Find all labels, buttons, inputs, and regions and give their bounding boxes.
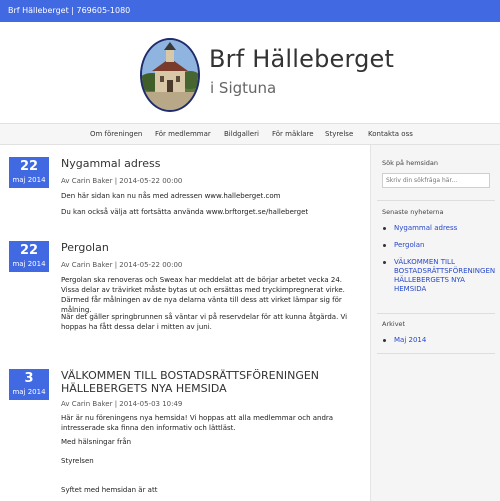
site-title[interactable]: Brf Hälleberget (209, 45, 394, 73)
post-paragraph: Den här sidan kan nu nås med adressen ww… (61, 192, 281, 200)
post-paragraph: Pergolan ska renoveras och Sweax har med… (61, 276, 345, 314)
association-info: Brf Hälleberget | 769605-1080 (8, 6, 131, 15)
news-link[interactable]: Nygammal adress (394, 224, 457, 232)
church-logo-icon[interactable] (140, 38, 200, 112)
list-item[interactable]: Maj 2014 (382, 336, 494, 345)
site-subtitle: i Sigtuna (210, 79, 277, 97)
post-paragraph: Styrelsen (61, 457, 94, 465)
date-month: maj 2014 (12, 388, 46, 396)
search-widget-title: Sök på hemsidan (382, 159, 438, 167)
date-badge: 22 maj 2014 (9, 157, 49, 188)
list-item[interactable]: Nygammal adress (382, 224, 494, 233)
post-meta: Av Carin Baker | 2014-05-22 00:00 (61, 261, 183, 269)
nav-item-om-foreningen[interactable]: Om föreningen (90, 124, 142, 144)
nav-item-for-medlemmar[interactable]: För medlemmar (155, 124, 211, 144)
date-day: 22 (19, 159, 39, 174)
date-badge: 3 maj 2014 (9, 369, 49, 400)
post-paragraph: Syftet med hemsidan är att (61, 486, 158, 494)
post-title[interactable]: VÄLKOMMEN TILL BOSTADSRÄTTSFÖRENINGEN HÄ… (61, 369, 361, 395)
list-item[interactable]: Pergolan (382, 241, 494, 250)
divider (377, 313, 495, 314)
news-list: Nygammal adress Pergolan VÄLKOMMEN TILL … (382, 224, 495, 302)
date-day: 3 (24, 371, 34, 386)
date-month: maj 2014 (12, 176, 46, 184)
post-paragraph: Du kan också välja att fortsätta använda… (61, 208, 309, 216)
nav-item-styrelse[interactable]: Styrelse (325, 124, 353, 144)
sidebar: Sök på hemsidan Senaste nyheterna Nygamm… (370, 145, 500, 501)
archive-list: Maj 2014 (382, 336, 494, 353)
list-item[interactable]: VÄLKOMMEN TILL BOSTADSRÄTTSFÖRENINGEN HÄ… (382, 258, 495, 294)
search-input[interactable] (382, 173, 490, 188)
archive-link[interactable]: Maj 2014 (394, 336, 426, 344)
post-paragraph: Här är nu föreningens nya hemsida! Vi ho… (61, 414, 334, 432)
archive-widget-title: Arkivet (382, 320, 406, 328)
post-paragraph: När det gäller springbrunnen så väntar v… (61, 313, 348, 331)
top-bar: Brf Hälleberget | 769605-1080 (0, 0, 500, 22)
date-month: maj 2014 (12, 260, 46, 268)
nav-item-for-maklare[interactable]: För mäklare (272, 124, 314, 144)
news-link[interactable]: Pergolan (394, 241, 424, 249)
nav-item-bildgalleri[interactable]: Bildgalleri (224, 124, 259, 144)
divider (377, 200, 495, 201)
nav-item-kontakta-oss[interactable]: Kontakta oss (368, 124, 413, 144)
site-header: Brf Hälleberget i Sigtuna (0, 22, 500, 123)
post-title[interactable]: Pergolan (61, 241, 361, 254)
date-badge: 22 maj 2014 (9, 241, 49, 272)
post-meta: Av Carin Baker | 2014-05-22 00:00 (61, 177, 183, 185)
divider (377, 353, 495, 354)
main-navigation: Om föreningen För medlemmar Bildgalleri … (0, 123, 500, 145)
post-list: 22 maj 2014 Nygammal adress Av Carin Bak… (0, 145, 370, 501)
news-link[interactable]: VÄLKOMMEN TILL BOSTADSRÄTTSFÖRENINGEN HÄ… (394, 258, 495, 293)
date-day: 22 (19, 243, 39, 258)
post-paragraph: Med hälsningar från (61, 438, 132, 446)
post-meta: Av Carin Baker | 2014-05-03 10:49 (61, 400, 183, 408)
post-title[interactable]: Nygammal adress (61, 157, 361, 170)
news-widget-title: Senaste nyheterna (382, 208, 444, 216)
